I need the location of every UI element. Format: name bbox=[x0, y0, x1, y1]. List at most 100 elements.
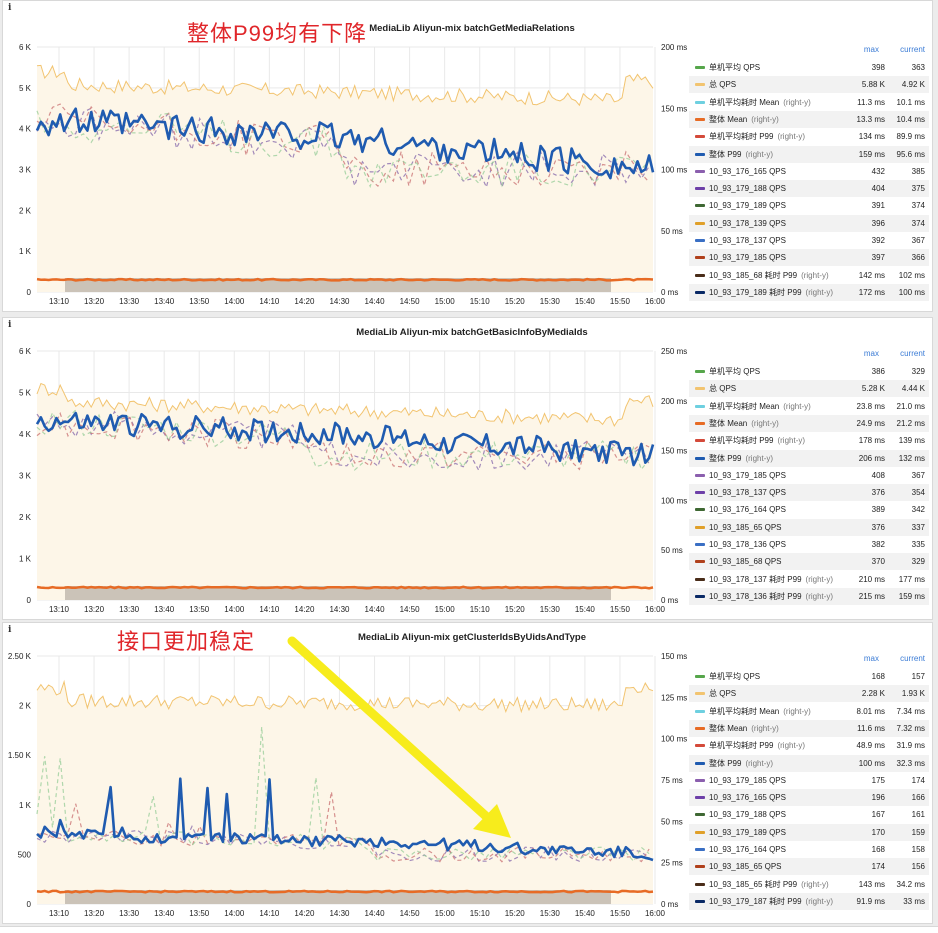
legend-item[interactable]: 总 QPS 5.88 K 4.92 K bbox=[689, 76, 929, 94]
legend-max-value: 432 bbox=[871, 166, 885, 176]
legend-item[interactable]: 整体 P99 (right-y) 100 ms 32.3 ms bbox=[689, 754, 929, 772]
x-tick: 14:00 bbox=[224, 605, 245, 614]
legend-series-name: 单机平均耗时 Mean (right-y) bbox=[709, 398, 811, 415]
legend-item[interactable]: 整体 Mean (right-y) 24.9 ms 21.2 ms bbox=[689, 414, 929, 432]
y-right-tick: 100 ms bbox=[661, 496, 687, 505]
legend-current-header[interactable]: current bbox=[900, 654, 925, 663]
y-left-tick: 1 K bbox=[19, 247, 32, 256]
legend-item[interactable]: 单机平均耗时 P99 (right-y) 48.9 ms 31.9 ms bbox=[689, 737, 929, 754]
legend-series-label: 10_93_178_136 耗时 P99 bbox=[709, 591, 802, 601]
legend-item[interactable]: 10_93_178_139 QPS 396 374 bbox=[689, 214, 929, 232]
legend-series-label: 10_93_176_164 QPS bbox=[709, 845, 786, 854]
y-left-tick: 2.50 K bbox=[8, 652, 32, 661]
legend-item[interactable]: 10_93_185_65 QPS 174 156 bbox=[689, 858, 929, 876]
y-right-tick: 75 ms bbox=[661, 776, 683, 785]
legend-item[interactable]: 单机平均 QPS 168 157 bbox=[689, 668, 929, 685]
legend-swatch bbox=[695, 813, 705, 817]
legend-item[interactable]: 10_93_185_68 QPS 370 329 bbox=[689, 553, 929, 571]
legend-current-header[interactable]: current bbox=[900, 45, 925, 54]
legend-item[interactable]: 总 QPS 2.28 K 1.93 K bbox=[689, 685, 929, 703]
legend-series-name: 10_93_179_187 耗时 P99 (right-y) bbox=[709, 893, 833, 910]
legend-item[interactable]: 单机平均 QPS 398 363 bbox=[689, 59, 929, 76]
legend-series-label: 10_93_179_189 QPS bbox=[709, 201, 786, 211]
legend-item[interactable]: 单机平均耗时 Mean (right-y) 23.8 ms 21.0 ms bbox=[689, 398, 929, 415]
y-right-tick: 0 ms bbox=[661, 900, 678, 909]
x-tick: 13:50 bbox=[189, 297, 210, 306]
legend-item[interactable]: 10_93_178_137 QPS 392 367 bbox=[689, 232, 929, 249]
legend-item[interactable]: 10_93_178_137 QPS 376 354 bbox=[689, 484, 929, 502]
legend-item[interactable]: 10_93_178_136 QPS 382 335 bbox=[689, 536, 929, 553]
legend-item[interactable]: 10_93_179_185 QPS 408 367 bbox=[689, 467, 929, 484]
legend-swatch bbox=[695, 796, 705, 800]
legend-series-name: 10_93_179_189 QPS bbox=[709, 824, 786, 841]
legend-item[interactable]: 总 QPS 5.28 K 4.44 K bbox=[689, 380, 929, 398]
legend-current-value: 102 ms bbox=[898, 270, 925, 280]
legend-item[interactable]: 整体 P99 (right-y) 159 ms 95.6 ms bbox=[689, 145, 929, 163]
legend-item[interactable]: 整体 P99 (right-y) 206 ms 132 ms bbox=[689, 449, 929, 467]
legend-item[interactable]: 整体 Mean (right-y) 11.6 ms 7.32 ms bbox=[689, 719, 929, 737]
legend-item[interactable]: 单机平均耗时 P99 (right-y) 134 ms 89.9 ms bbox=[689, 128, 929, 145]
legend-axis-note: (right-y) bbox=[801, 270, 829, 280]
legend-item[interactable]: 10_93_179_189 QPS 391 374 bbox=[689, 197, 929, 214]
legend-swatch bbox=[695, 239, 705, 242]
legend-item[interactable]: 单机平均耗时 Mean (right-y) 8.01 ms 7.34 ms bbox=[689, 703, 929, 720]
legend-item[interactable]: 10_93_179_189 耗时 P99 (right-y) 172 ms 100 m… bbox=[689, 283, 929, 301]
legend-series-name: 10_93_179_189 耗时 P99 (right-y) bbox=[709, 284, 833, 301]
x-tick: 15:50 bbox=[610, 605, 631, 614]
legend-item[interactable]: 10_93_176_164 QPS 168 158 bbox=[689, 841, 929, 858]
legend-item[interactable]: 10_93_176_165 QPS 432 385 bbox=[689, 163, 929, 180]
legend-max-header[interactable]: max bbox=[864, 349, 879, 358]
legend-max-header[interactable]: max bbox=[864, 45, 879, 54]
x-tick: 16:00 bbox=[645, 909, 666, 918]
x-tick: 13:30 bbox=[119, 909, 140, 918]
legend-current-value: 21.2 ms bbox=[896, 418, 925, 428]
legend-max-value: 404 bbox=[871, 184, 885, 194]
legend-item[interactable]: 10_93_179_188 QPS 404 375 bbox=[689, 180, 929, 198]
legend-header: max current bbox=[689, 349, 929, 363]
legend-swatch bbox=[695, 100, 705, 104]
x-tick: 16:00 bbox=[645, 605, 666, 614]
legend-max-value: 168 bbox=[871, 672, 885, 681]
x-tick: 14:10 bbox=[259, 605, 280, 614]
legend-item[interactable]: 10_93_179_185 QPS 175 174 bbox=[689, 772, 929, 789]
x-tick: 14:00 bbox=[224, 297, 245, 306]
y-right-tick: 50 ms bbox=[661, 546, 683, 555]
legend-item[interactable]: 单机平均耗时 Mean (right-y) 11.3 ms 10.1 ms bbox=[689, 94, 929, 111]
legend-current-value: 374 bbox=[911, 201, 925, 211]
x-tick: 15:40 bbox=[575, 909, 596, 918]
legend-item[interactable]: 10_93_176_165 QPS 196 166 bbox=[689, 789, 929, 807]
legend-current-value: 329 bbox=[911, 367, 925, 376]
y-left-tick: 3 K bbox=[19, 472, 32, 481]
legend-item[interactable]: 单机平均耗时 P99 (right-y) 178 ms 139 ms bbox=[689, 432, 929, 449]
x-tick: 14:30 bbox=[329, 909, 350, 918]
legend-series-name: 总 QPS bbox=[709, 685, 736, 702]
legend-max-value: 392 bbox=[871, 236, 885, 245]
y-right-tick: 25 ms bbox=[661, 859, 683, 868]
legend-item[interactable]: 10_93_185_65 耗时 P99 (right-y) 143 ms 34.2 m… bbox=[689, 876, 929, 893]
legend-item[interactable]: 10_93_176_164 QPS 389 342 bbox=[689, 501, 929, 518]
x-tick: 16:00 bbox=[645, 297, 666, 306]
legend-item[interactable]: 10_93_179_185 QPS 397 366 bbox=[689, 249, 929, 267]
legend-item[interactable]: 10_93_178_136 耗时 P99 (right-y) 215 ms 159 m… bbox=[689, 587, 929, 605]
mean-line bbox=[36, 889, 654, 894]
legend-max-header[interactable]: max bbox=[864, 654, 879, 663]
legend-item[interactable]: 10_93_185_65 QPS 376 337 bbox=[689, 518, 929, 536]
x-tick: 14:30 bbox=[329, 605, 350, 614]
legend-item[interactable]: 单机平均 QPS 386 329 bbox=[689, 363, 929, 380]
legend-series-name: 单机平均 QPS bbox=[709, 363, 760, 380]
legend-item[interactable]: 10_93_185_68 耗时 P99 (right-y) 142 ms 102 ms bbox=[689, 267, 929, 284]
legend-item[interactable]: 10_93_179_189 QPS 170 159 bbox=[689, 823, 929, 841]
y-right-tick: 200 ms bbox=[661, 43, 687, 52]
legend-max-value: 376 bbox=[871, 488, 885, 498]
annotation-p99-drop: 整体P99均有下降 bbox=[187, 21, 368, 46]
legend-current-value: 157 bbox=[911, 672, 925, 681]
legend-current-value: 132 ms bbox=[898, 453, 925, 463]
legend-item[interactable]: 10_93_179_188 QPS 167 161 bbox=[689, 806, 929, 823]
legend-swatch bbox=[695, 882, 705, 886]
legend-item[interactable]: 10_93_179_187 耗时 P99 (right-y) 91.9 ms 33 m… bbox=[689, 892, 929, 910]
legend-current-header[interactable]: current bbox=[900, 349, 925, 358]
legend-series-label: 10_93_176_165 QPS bbox=[709, 793, 786, 803]
y-left-tick: 2 K bbox=[19, 206, 32, 215]
legend-item[interactable]: 整体 Mean (right-y) 13.3 ms 10.4 ms bbox=[689, 110, 929, 128]
legend-item[interactable]: 10_93_178_137 耗时 P99 (right-y) 210 ms 177 m… bbox=[689, 571, 929, 588]
